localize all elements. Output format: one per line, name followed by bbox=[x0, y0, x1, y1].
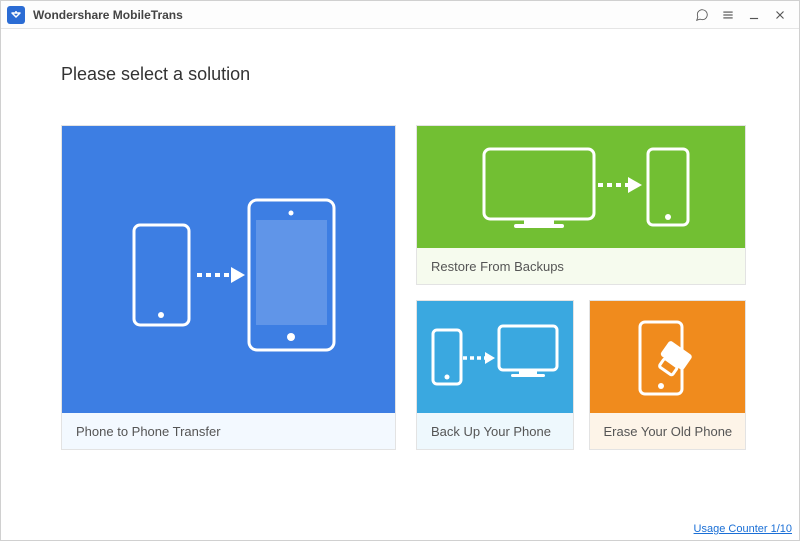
card-back-up-your-phone[interactable]: Back Up Your Phone bbox=[416, 300, 574, 450]
page-heading: Please select a solution bbox=[61, 64, 739, 85]
card-phone-to-phone-transfer[interactable]: Phone to Phone Transfer bbox=[61, 125, 396, 450]
card-label: Back Up Your Phone bbox=[417, 413, 573, 449]
solutions-grid: Phone to Phone Transfer Restore From Bac… bbox=[61, 125, 739, 450]
close-button[interactable] bbox=[767, 4, 793, 26]
card-label: Phone to Phone Transfer bbox=[62, 413, 395, 449]
right-bottom-row: Back Up Your Phone Erase Your Old Phone bbox=[416, 300, 746, 450]
minimize-button[interactable] bbox=[741, 4, 767, 26]
transfer-icon bbox=[62, 126, 395, 413]
card-restore-from-backups[interactable]: Restore From Backups bbox=[416, 125, 746, 285]
usage-counter-link[interactable]: Usage Counter 1/10 bbox=[694, 523, 792, 535]
erase-icon bbox=[590, 301, 746, 413]
app-logo-icon bbox=[7, 6, 25, 24]
card-label: Erase Your Old Phone bbox=[590, 413, 746, 449]
main-content: Please select a solution Phone to Phone … bbox=[1, 29, 799, 450]
feedback-button[interactable] bbox=[689, 4, 715, 26]
app-title: Wondershare MobileTrans bbox=[33, 8, 183, 22]
menu-button[interactable] bbox=[715, 4, 741, 26]
card-erase-your-old-phone[interactable]: Erase Your Old Phone bbox=[589, 300, 747, 450]
backup-icon bbox=[417, 301, 573, 413]
titlebar: Wondershare MobileTrans bbox=[1, 1, 799, 29]
card-label: Restore From Backups bbox=[417, 248, 745, 284]
restore-icon bbox=[417, 126, 745, 248]
